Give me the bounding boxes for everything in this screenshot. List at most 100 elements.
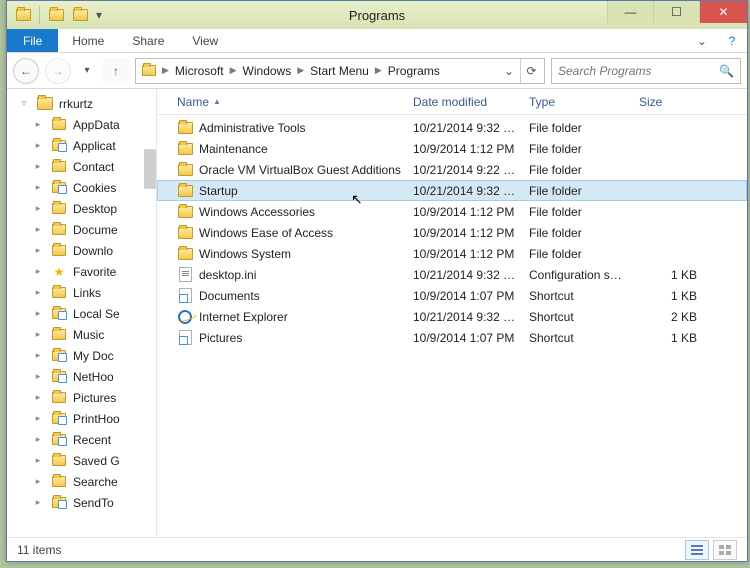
tree-item[interactable]: ▸Desktop — [7, 198, 156, 219]
chevron-right-icon[interactable]: ▶ — [295, 65, 306, 76]
cell-type: File folder — [523, 142, 633, 156]
expander-icon[interactable]: ▸ — [33, 203, 43, 214]
cell-type: File folder — [523, 226, 633, 240]
folder-icon — [51, 160, 67, 174]
file-row[interactable]: desktop.ini10/21/2014 9:32 PMConfigurati… — [157, 264, 747, 285]
file-row[interactable]: Internet Explorer10/21/2014 9:32 PMShort… — [157, 306, 747, 327]
expander-icon[interactable]: ▸ — [33, 266, 43, 277]
tree-item[interactable]: ▸Downlo — [7, 240, 156, 261]
expander-icon[interactable]: ▸ — [33, 119, 43, 130]
expander-icon[interactable]: ▸ — [33, 308, 43, 319]
tree-item[interactable]: ▸Docume — [7, 219, 156, 240]
expander-icon[interactable]: ▸ — [33, 497, 43, 508]
tree-item-label: PrintHoo — [73, 412, 120, 426]
ribbon-file-tab[interactable]: File — [7, 29, 58, 52]
breadcrumb[interactable]: Microsoft — [171, 64, 228, 78]
breadcrumb[interactable]: Start Menu — [306, 64, 373, 78]
expander-icon[interactable]: ▸ — [33, 161, 43, 172]
chevron-right-icon[interactable]: ▶ — [228, 65, 239, 76]
breadcrumb[interactable]: Windows — [239, 64, 296, 78]
address-dropdown-icon[interactable]: ⌄ — [498, 59, 520, 83]
qat-properties-icon[interactable] — [46, 5, 66, 25]
expander-icon[interactable]: ▸ — [33, 455, 43, 466]
file-row[interactable]: Windows Ease of Access10/9/2014 1:12 PMF… — [157, 222, 747, 243]
expander-icon[interactable]: ▸ — [33, 350, 43, 361]
search-box[interactable]: 🔍 — [551, 58, 741, 84]
expander-icon[interactable]: ▸ — [33, 476, 43, 487]
view-details-button[interactable] — [685, 540, 709, 560]
file-row[interactable]: Maintenance10/9/2014 1:12 PMFile folder — [157, 138, 747, 159]
file-row[interactable]: Pictures10/9/2014 1:07 PMShortcut1 KB — [157, 327, 747, 348]
close-button[interactable]: ✕ — [699, 1, 747, 23]
help-icon[interactable]: ? — [717, 29, 747, 52]
column-header-name[interactable]: Name ▲ — [171, 95, 407, 109]
expander-icon[interactable]: ▸ — [33, 371, 43, 382]
tree-item[interactable]: ▸AppData — [7, 114, 156, 135]
expander-icon[interactable]: ▸ — [33, 413, 43, 424]
tree-item[interactable]: ▸Applicat — [7, 135, 156, 156]
folder-shortcut-icon — [51, 412, 67, 426]
address-bar[interactable]: ▶ Microsoft ▶ Windows ▶ Start Menu ▶ Pro… — [135, 58, 545, 84]
tree-item[interactable]: ▸Recent — [7, 429, 156, 450]
file-row[interactable]: Administrative Tools10/21/2014 9:32 PMFi… — [157, 117, 747, 138]
expander-icon[interactable]: ▸ — [33, 329, 43, 340]
file-row[interactable]: Windows System10/9/2014 1:12 PMFile fold… — [157, 243, 747, 264]
tree-item[interactable]: ▸Contact — [7, 156, 156, 177]
tree-item[interactable]: ▸Searche — [7, 471, 156, 492]
column-header-type[interactable]: Type — [523, 95, 633, 109]
app-icon[interactable] — [13, 5, 33, 25]
column-header-date[interactable]: Date modified — [407, 95, 523, 109]
tree-item[interactable]: ▸★Favorite — [7, 261, 156, 282]
tree-item-label: NetHoo — [73, 370, 114, 384]
sort-ascending-icon: ▲ — [213, 97, 221, 106]
expander-icon[interactable]: ▸ — [33, 224, 43, 235]
refresh-icon[interactable]: ⟳ — [520, 59, 542, 83]
tree-item[interactable]: ▸ PrintHoo — [7, 408, 156, 429]
tree-root-user[interactable]: ▿ rrkurtz — [7, 93, 156, 114]
status-bar: 11 items — [7, 537, 747, 561]
back-button[interactable]: ← — [13, 58, 39, 84]
breadcrumb[interactable]: Programs — [384, 64, 444, 78]
tree-item[interactable]: ▸SendTo — [7, 492, 156, 513]
ribbon-expand-icon[interactable]: ⌄ — [687, 29, 717, 52]
forward-button[interactable]: → — [45, 58, 71, 84]
search-input[interactable] — [558, 64, 719, 78]
tree-item[interactable]: ▸Local Se — [7, 303, 156, 324]
tree-item[interactable]: ▸My Doc — [7, 345, 156, 366]
file-rows[interactable]: Administrative Tools10/21/2014 9:32 PMFi… — [157, 115, 747, 537]
tree-item[interactable]: ▸Cookies — [7, 177, 156, 198]
tree-item[interactable]: ▸Saved G — [7, 450, 156, 471]
tree-item[interactable]: ▸Music — [7, 324, 156, 345]
column-header-size[interactable]: Size — [633, 95, 703, 109]
expander-icon[interactable]: ▸ — [33, 140, 43, 151]
file-row[interactable]: Windows Accessories10/9/2014 1:12 PMFile… — [157, 201, 747, 222]
tree-item-label: Favorite — [73, 265, 116, 279]
qat-customize-dropdown[interactable]: ▾ — [94, 8, 104, 22]
expander-icon[interactable]: ▸ — [33, 182, 43, 193]
minimize-button[interactable]: — — [607, 1, 653, 23]
file-row[interactable]: Startup10/21/2014 9:32 PMFile folder — [157, 180, 747, 201]
expander-icon[interactable]: ▸ — [33, 392, 43, 403]
expander-icon[interactable]: ▸ — [33, 245, 43, 256]
navigation-tree[interactable]: ▿ rrkurtz ▸AppData▸Applicat▸Contact▸Cook… — [7, 89, 157, 537]
view-thumbnails-button[interactable] — [713, 540, 737, 560]
tree-item[interactable]: ▸Links — [7, 282, 156, 303]
ribbon-tab-home[interactable]: Home — [58, 29, 118, 52]
ribbon-tab-share[interactable]: Share — [118, 29, 178, 52]
folder-icon — [51, 328, 67, 342]
recent-locations-dropdown[interactable]: ▾ — [77, 61, 97, 81]
folder-icon — [51, 391, 67, 405]
expander-icon[interactable]: ▸ — [33, 287, 43, 298]
file-row[interactable]: Documents10/9/2014 1:07 PMShortcut1 KB — [157, 285, 747, 306]
maximize-button[interactable]: ☐ — [653, 1, 699, 23]
expander-icon[interactable]: ▸ — [33, 434, 43, 445]
tree-item[interactable]: ▸ NetHoo — [7, 366, 156, 387]
chevron-right-icon[interactable]: ▶ — [160, 65, 171, 76]
chevron-right-icon[interactable]: ▶ — [373, 65, 384, 76]
tree-item[interactable]: ▸Pictures — [7, 387, 156, 408]
expander-icon[interactable]: ▿ — [19, 98, 29, 109]
up-button[interactable]: ↑ — [103, 58, 129, 84]
qat-newfolder-icon[interactable] — [70, 5, 90, 25]
file-row[interactable]: Oracle VM VirtualBox Guest Additions10/2… — [157, 159, 747, 180]
ribbon-tab-view[interactable]: View — [178, 29, 232, 52]
